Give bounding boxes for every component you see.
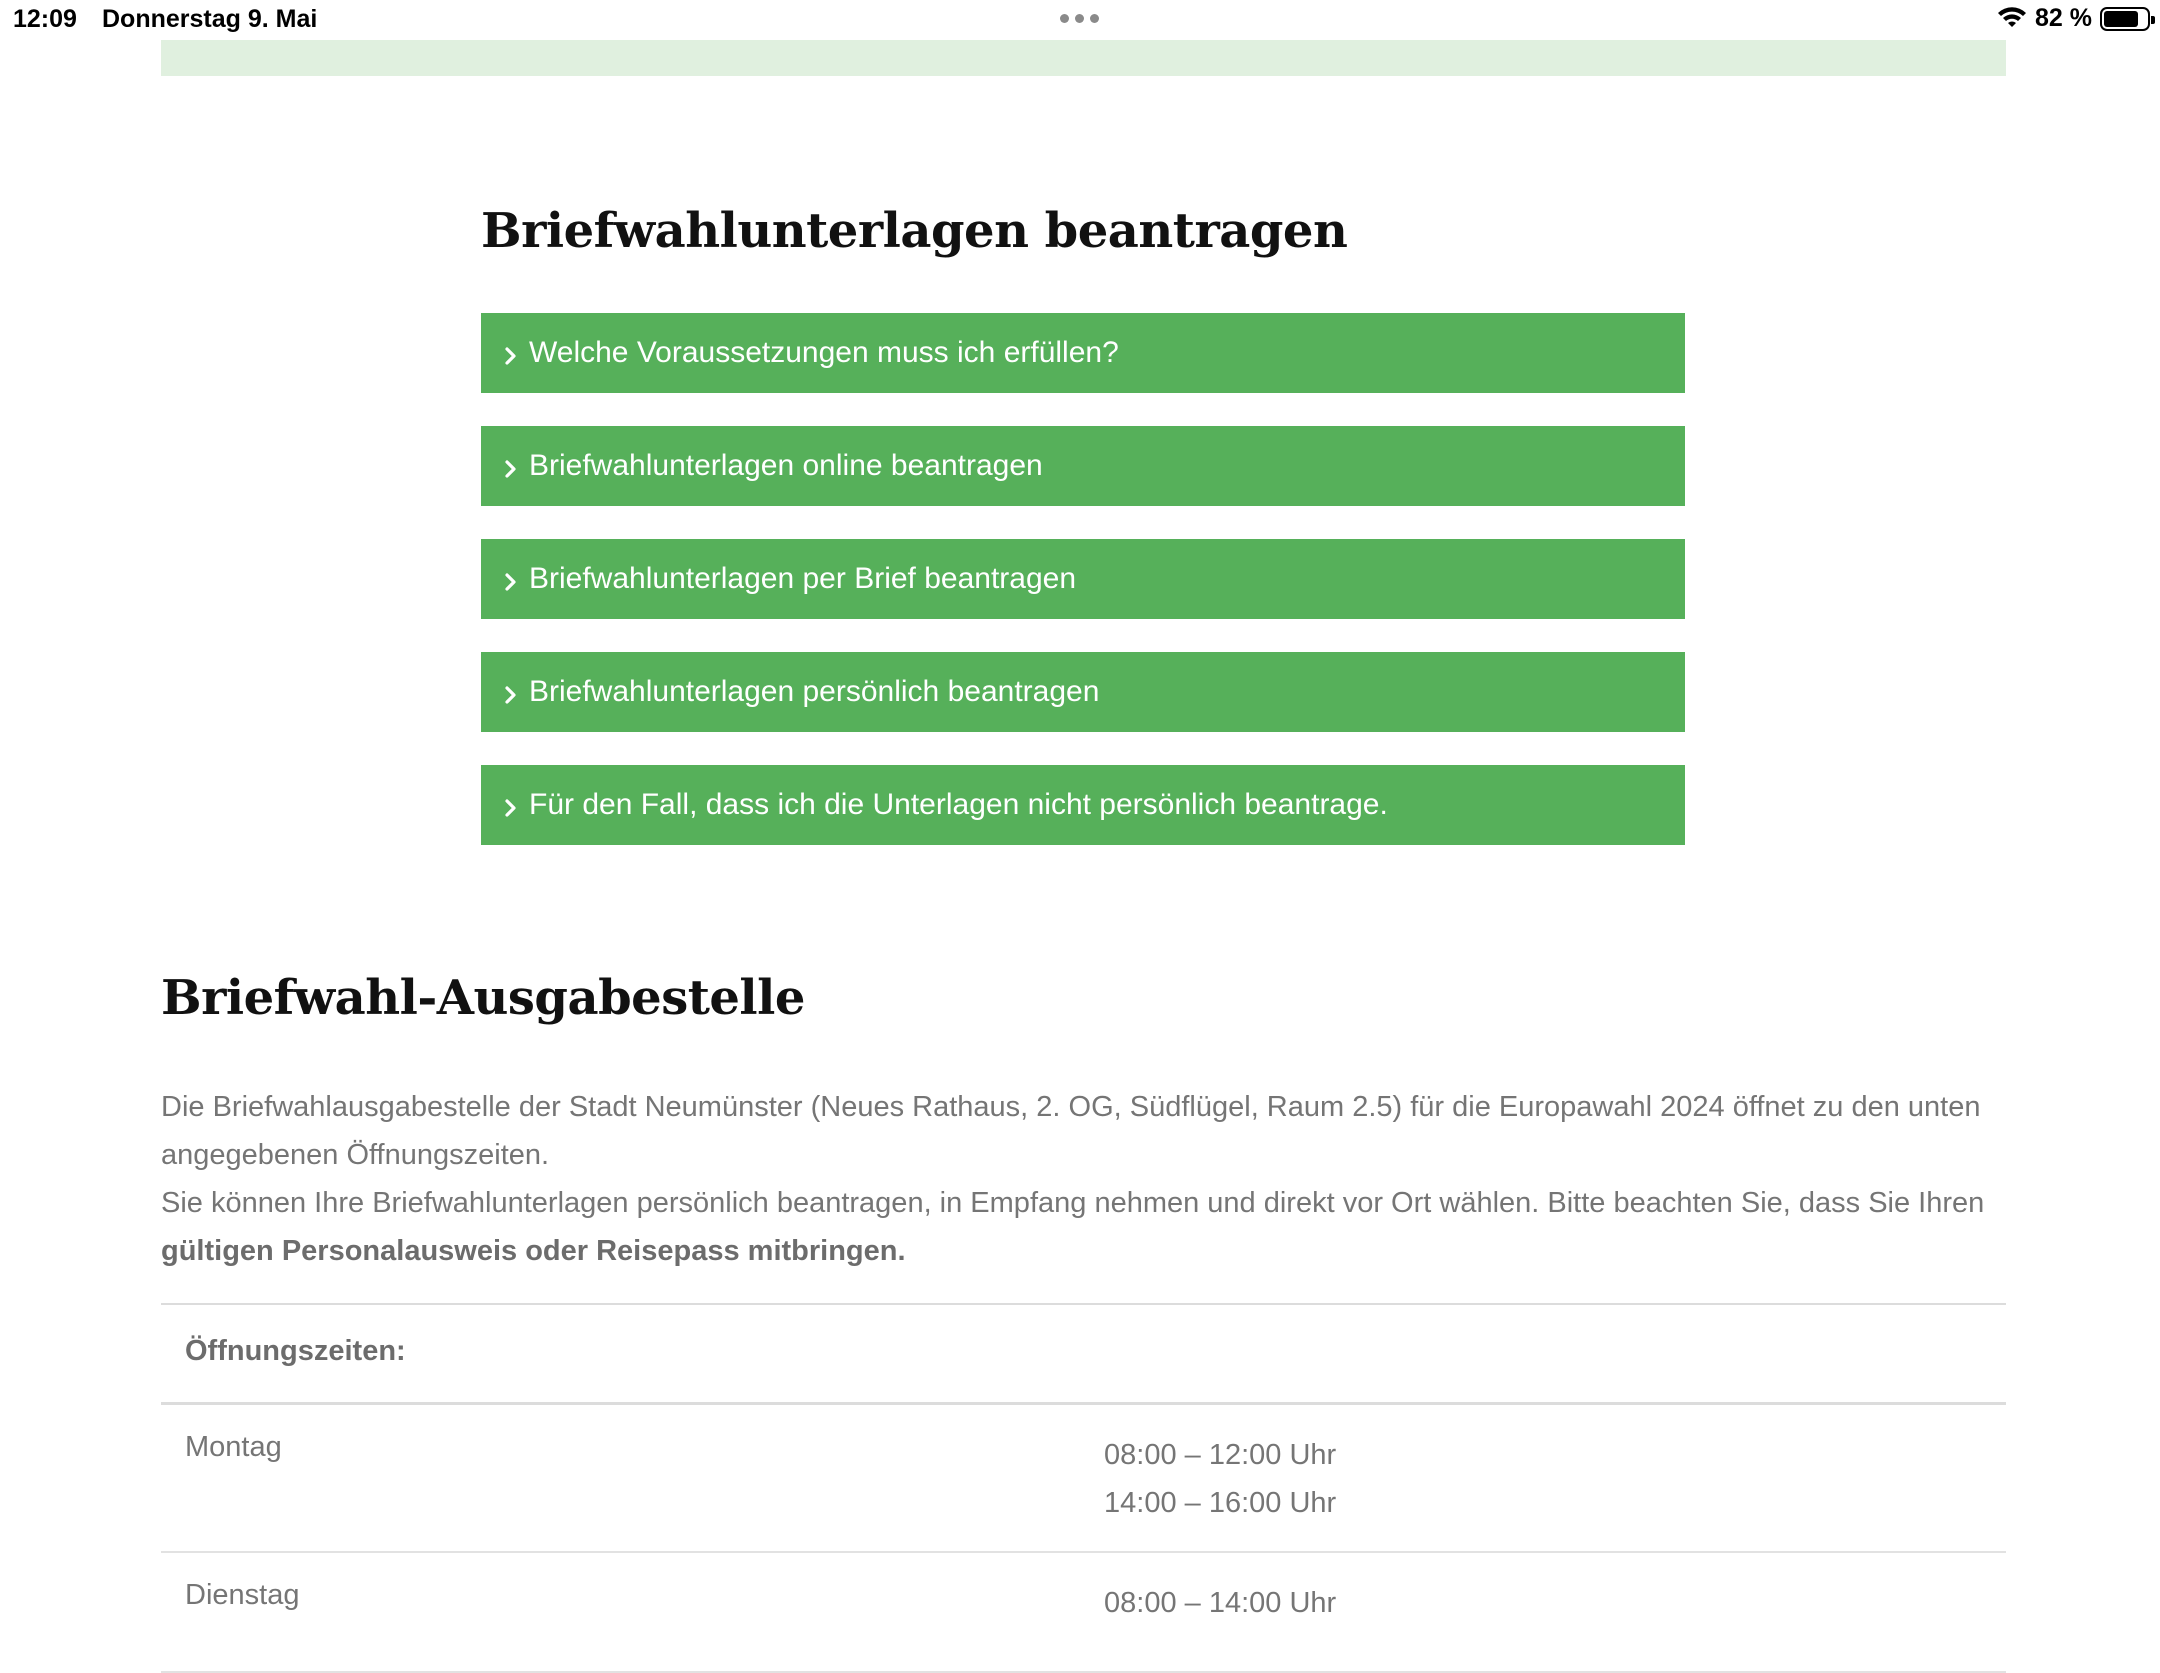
battery-percent: 82 % <box>2035 4 2092 32</box>
accordion-label: Welche Voraussetzungen muss ich erfüllen… <box>529 336 1119 369</box>
table-day: Dienstag <box>185 1579 300 1611</box>
table-header: Öffnungszeiten: <box>161 1303 2006 1405</box>
opening-hours-table: Öffnungszeiten: Montag 08:00 – 12:00 Uhr… <box>161 1303 2006 1673</box>
battery-level-fill <box>2104 10 2138 27</box>
time-slot: 08:00 – 12:00 Uhr <box>1104 1439 1337 1471</box>
table-row: Montag 08:00 – 12:00 Uhr 14:00 – 16:00 U… <box>161 1405 2006 1553</box>
accordion-label: Briefwahlunterlagen persönlich beantrage… <box>529 675 1100 708</box>
status-indicators: 82 % <box>1997 4 2155 33</box>
multitasking-dots-icon[interactable] <box>1060 14 1099 23</box>
accordion-item-voraussetzungen[interactable]: Welche Voraussetzungen muss ich erfüllen… <box>481 313 1685 393</box>
accordion-item-online[interactable]: Briefwahlunterlagen online beantragen <box>481 426 1685 506</box>
table-row: Dienstag 08:00 – 14:00 Uhr <box>161 1553 2006 1673</box>
description-bold-note: gültigen Personalausweis oder Reisepass … <box>161 1235 906 1267</box>
accordion-item-persoenlich[interactable]: Briefwahlunterlagen persönlich beantrage… <box>481 652 1685 732</box>
description-paragraph-2: Sie können Ihre Briefwahlunterlagen pers… <box>161 1187 1985 1219</box>
section-title-ausgabestelle: Briefwahl-Ausgabestelle <box>161 970 805 1026</box>
chevron-right-icon <box>505 460 516 478</box>
table-day: Montag <box>185 1431 282 1463</box>
accordion-item-nicht-persoenlich[interactable]: Für den Fall, dass ich die Unterlagen ni… <box>481 765 1685 845</box>
description-paragraph-1: Die Briefwahlausgabestelle der Stadt Neu… <box>161 1091 1981 1171</box>
accordion: Welche Voraussetzungen muss ich erfüllen… <box>481 313 1685 878</box>
wifi-icon <box>1998 6 2027 27</box>
accordion-item-per-brief[interactable]: Briefwahlunterlagen per Brief beantragen <box>481 539 1685 619</box>
accordion-label: Briefwahlunterlagen per Brief beantragen <box>529 562 1077 595</box>
status-bar: 12:09 Donnerstag 9. Mai 82 % <box>0 0 2160 40</box>
status-date: Donnerstag 9. Mai <box>102 5 318 33</box>
accordion-label: Briefwahlunterlagen online beantragen <box>529 449 1043 482</box>
accordion-label: Für den Fall, dass ich die Unterlagen ni… <box>529 788 1388 821</box>
chevron-right-icon <box>505 347 516 365</box>
battery-icon <box>2100 6 2155 31</box>
chevron-right-icon <box>505 573 516 591</box>
chevron-right-icon <box>505 686 516 704</box>
ausgabestelle-description: Die Briefwahlausgabestelle der Stadt Neu… <box>161 1083 2006 1275</box>
top-banner <box>161 40 2006 76</box>
chevron-right-icon <box>505 799 516 817</box>
table-times: 08:00 – 12:00 Uhr 14:00 – 16:00 Uhr <box>1104 1431 1336 1527</box>
table-header-label: Öffnungszeiten: <box>185 1335 406 1367</box>
status-time: 12:09 <box>13 5 77 33</box>
battery-tip <box>2151 15 2155 24</box>
time-slot: 14:00 – 16:00 Uhr <box>1104 1487 1337 1519</box>
section-title-beantragen: Briefwahlunterlagen beantragen <box>481 203 1348 259</box>
